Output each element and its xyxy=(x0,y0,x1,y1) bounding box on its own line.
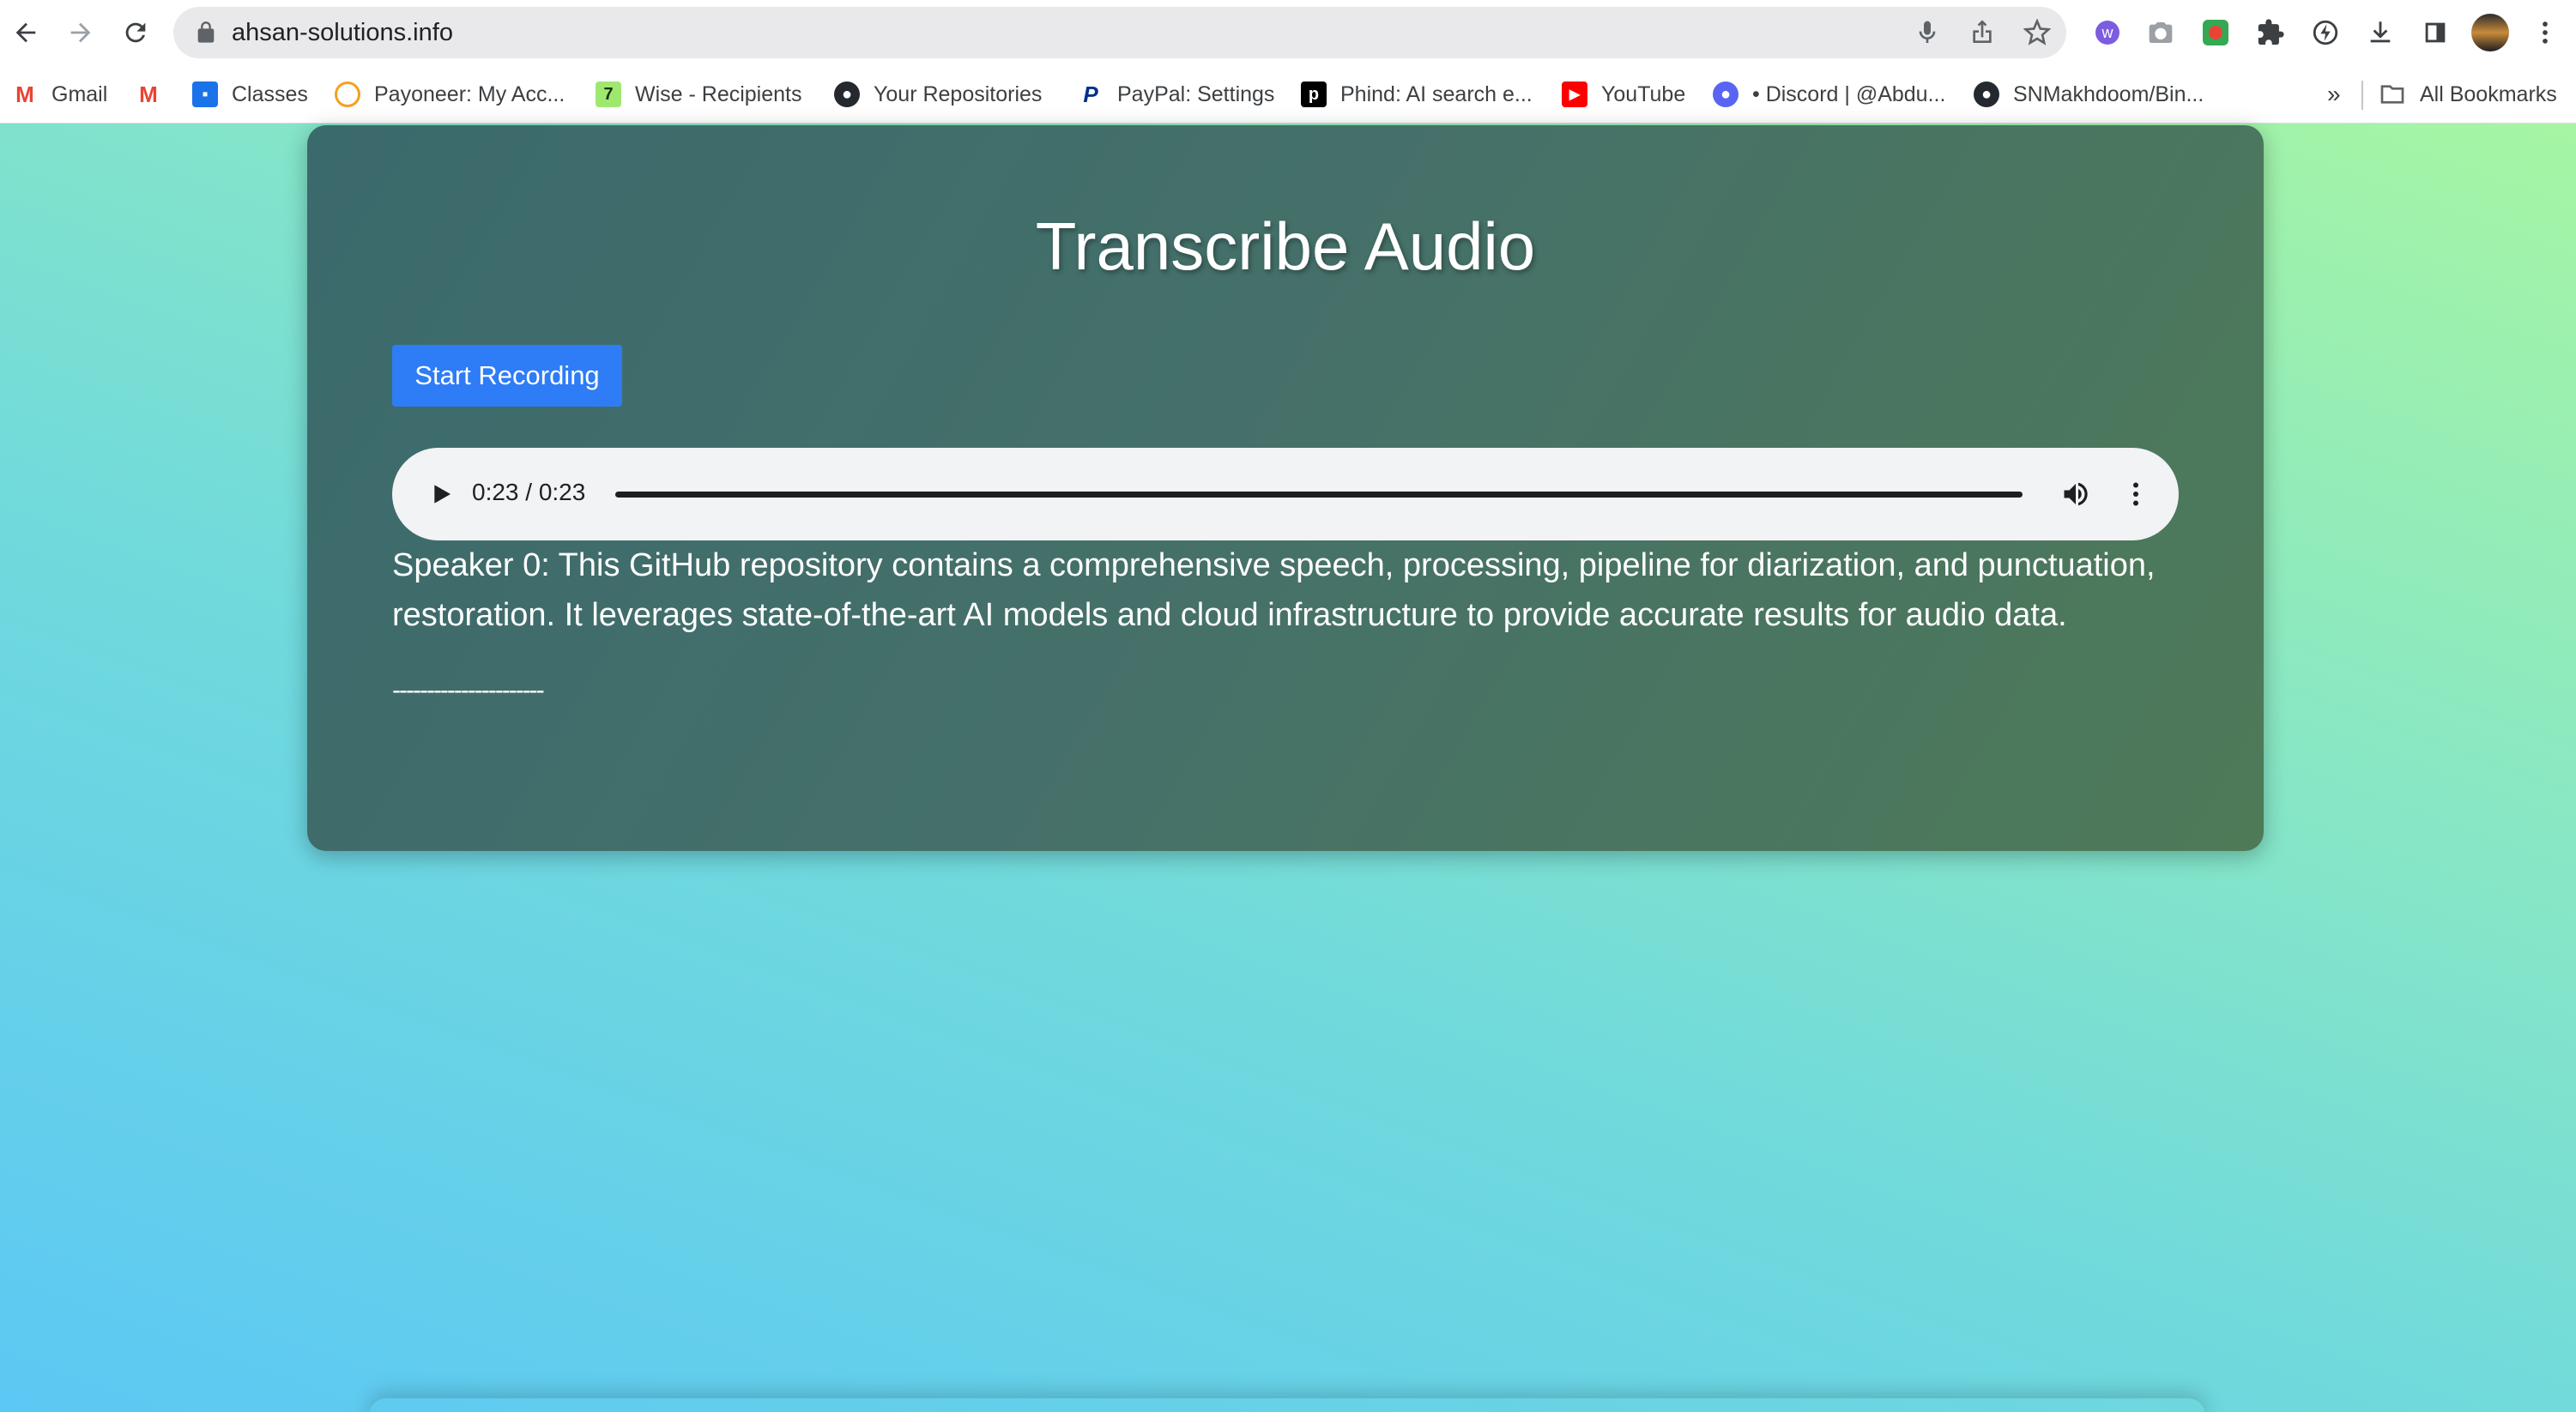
phind-icon: p xyxy=(1301,81,1327,107)
bookmark-your-repositories[interactable]: ● Your Repositories xyxy=(834,79,1042,110)
profile-avatar[interactable] xyxy=(2471,14,2509,51)
page-title: Transcribe Audio xyxy=(1035,208,1536,284)
gmail-m-icon: M xyxy=(136,81,161,107)
microphone-icon[interactable] xyxy=(1914,19,1941,46)
browser-toolbar: ahsan-solutions.info w xyxy=(0,0,2576,65)
paypal-icon: P xyxy=(1078,81,1104,107)
browser-menu-icon[interactable] xyxy=(2528,15,2562,50)
download-icon[interactable] xyxy=(2363,15,2398,50)
bookmark-label: Payoneer: My Acc... xyxy=(374,81,565,106)
folder-icon xyxy=(2380,85,2404,104)
bookmark-label: SNMakhdoom/Bin... xyxy=(2013,81,2204,106)
play-icon[interactable] xyxy=(426,480,454,508)
bookmark-label: All Bookmarks xyxy=(2420,81,2557,106)
github-icon: ● xyxy=(834,81,860,107)
bookmarks-overflow-button[interactable]: » xyxy=(2327,79,2341,110)
bookmark-payoneer[interactable]: Payoneer: My Acc... xyxy=(335,79,565,110)
classroom-icon: ▪ xyxy=(192,81,218,107)
discord-icon: ● xyxy=(1713,81,1738,107)
bookmarks-bar: M Gmail M ▪ Classes Payoneer: My Acc... … xyxy=(0,65,2576,124)
youtube-icon: ▶ xyxy=(1562,81,1587,107)
chevron-double-right-icon: » xyxy=(2327,81,2341,107)
bookmark-star-icon[interactable] xyxy=(2023,19,2051,46)
bookmark-snmakhdoom[interactable]: ● SNMakhdoom/Bin... xyxy=(1974,79,2204,110)
audio-progress-slider[interactable] xyxy=(615,492,2023,498)
url-text: ahsan-solutions.info xyxy=(232,19,453,46)
side-panel-icon[interactable] xyxy=(2418,15,2452,50)
back-arrow-icon xyxy=(15,22,36,43)
github-icon: ● xyxy=(1974,81,1999,107)
camera-icon[interactable] xyxy=(2144,15,2178,50)
bookmark-label: YouTube xyxy=(1601,81,1686,106)
wise-icon: 7 xyxy=(596,81,621,107)
transcribe-card: Transcribe Audio Start Recording 0:23 / … xyxy=(307,125,2264,851)
extensions-puzzle-icon[interactable] xyxy=(2253,15,2288,50)
audio-player: 0:23 / 0:23 xyxy=(392,448,2179,540)
reload-button[interactable] xyxy=(115,12,156,53)
lock-icon xyxy=(197,21,215,43)
transcript-text: Speaker 0: This GitHub repository contai… xyxy=(392,547,2156,633)
forward-arrow-icon xyxy=(70,22,91,43)
bookmark-label: Gmail xyxy=(51,81,108,106)
screen-recorder-icon[interactable] xyxy=(2198,15,2233,50)
speed-extension-icon[interactable] xyxy=(2308,15,2343,50)
more-options-icon[interactable] xyxy=(2120,477,2151,511)
bookmark-phind[interactable]: p Phind: AI search e... xyxy=(1301,79,1533,110)
bookmark-label: Classes xyxy=(232,81,308,106)
bookmark-wise[interactable]: 7 Wise - Recipients xyxy=(596,79,802,110)
all-bookmarks-folder[interactable]: All Bookmarks xyxy=(2379,79,2557,110)
volume-icon[interactable] xyxy=(2060,479,2091,510)
bookmark-youtube[interactable]: ▶ YouTube xyxy=(1562,79,1685,110)
lower-card-edge xyxy=(369,1398,2205,1412)
audio-time: 0:23 / 0:23 xyxy=(472,479,586,505)
bookmark-classes[interactable]: ▪ Classes xyxy=(192,79,308,110)
reload-icon xyxy=(125,22,146,43)
bookmark-label: PayPal: Settings xyxy=(1117,81,1275,106)
back-button[interactable] xyxy=(5,12,46,53)
bookmark-gmail-m[interactable]: M xyxy=(136,79,175,110)
bookmark-gmail[interactable]: M Gmail xyxy=(12,79,107,110)
bookmark-label: Your Repositories xyxy=(874,81,1043,106)
transcript-separator: ---------------------- xyxy=(392,676,545,704)
bookmark-discord[interactable]: ● • Discord | @Abdu... xyxy=(1713,79,1945,110)
bookmark-label: • Discord | @Abdu... xyxy=(1752,81,1946,106)
start-recording-button[interactable]: Start Recording xyxy=(392,345,622,407)
gmail-icon: M xyxy=(12,81,38,107)
address-bar[interactable]: ahsan-solutions.info xyxy=(173,7,2066,58)
extension-purple-icon[interactable]: w xyxy=(2090,15,2125,50)
forward-button[interactable] xyxy=(60,12,101,53)
bookmarks-divider xyxy=(2361,81,2363,110)
share-icon[interactable] xyxy=(1968,19,1996,46)
bookmark-label: Wise - Recipients xyxy=(635,81,802,106)
bookmark-paypal[interactable]: P PayPal: Settings xyxy=(1078,79,1274,110)
payoneer-icon xyxy=(335,81,360,107)
bookmark-label: Phind: AI search e... xyxy=(1340,81,1533,106)
